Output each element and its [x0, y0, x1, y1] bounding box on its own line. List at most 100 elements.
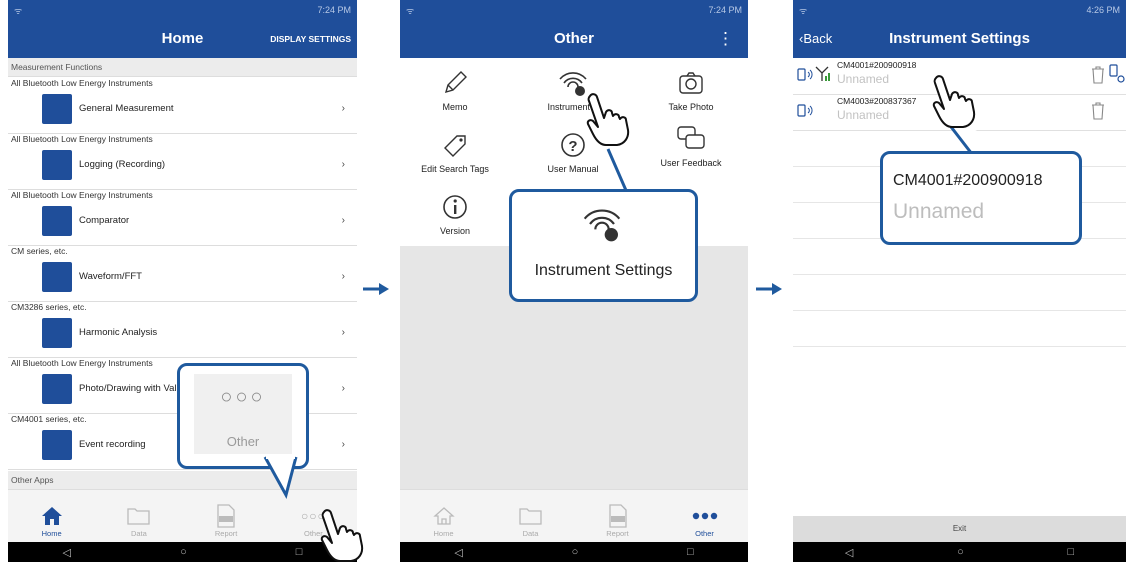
function-label: Waveform/FFT — [79, 271, 142, 282]
status-bar: ᯤ 7:24 PM — [400, 0, 748, 20]
callout-other-label: Other — [226, 434, 260, 449]
tab-other[interactable]: Other — [661, 490, 748, 542]
home-icon — [432, 507, 455, 525]
tab-home[interactable]: Home — [400, 490, 487, 542]
grid-item-take-photo[interactable]: Take Photo — [636, 68, 746, 112]
function-row[interactable]: General Measurement › — [8, 90, 357, 130]
chevron-right-icon: › — [341, 159, 345, 170]
tag-icon — [444, 135, 466, 157]
comparator-icon — [42, 206, 72, 236]
tab-data-label: Data — [130, 529, 147, 538]
function-group: All Bluetooth Low Energy Instruments Gene… — [8, 77, 357, 134]
nav-home-icon[interactable]: ○ — [957, 546, 964, 558]
grid-item-memo[interactable]: Memo — [400, 68, 510, 112]
tab-home[interactable]: Home — [8, 490, 95, 542]
status-bar: ᯤ 4:26 PM — [793, 0, 1126, 20]
pointing-hand-icon — [932, 75, 976, 128]
tab-report-label: Report — [606, 529, 629, 538]
page-title: Instrument Settings — [889, 30, 1030, 47]
function-row[interactable]: Logging (Recording) › — [8, 146, 357, 186]
bottom-tab-bar: Home Data Report ○○○ Other — [8, 489, 357, 542]
nav-back-icon[interactable]: ◁ — [454, 546, 462, 559]
function-row[interactable]: Waveform/FFT › — [8, 258, 357, 298]
function-category: CM series, etc. — [11, 246, 68, 256]
photo-drawing-icon — [42, 374, 72, 404]
grid-item-edit-search-tags[interactable]: Edit Search Tags — [400, 130, 510, 174]
callout-pointer — [263, 455, 298, 499]
section-header-other-apps: Other Apps — [8, 471, 357, 490]
device-settings-icon[interactable] — [1109, 64, 1125, 84]
chevron-right-icon: › — [341, 383, 345, 394]
function-label: Comparator — [79, 215, 130, 226]
function-label: Harmonic Analysis — [79, 327, 158, 338]
tab-data-label: Data — [522, 529, 539, 538]
nav-back-icon[interactable]: ◁ — [63, 546, 71, 559]
folder-icon — [127, 508, 150, 525]
function-row[interactable]: Harmonic Analysis › — [8, 314, 357, 354]
event-recording-icon — [42, 430, 72, 460]
home-screen: ᯤ 7:24 PM Home DISPLAY SETTINGS Measurem… — [8, 0, 357, 562]
empty-row — [793, 310, 1126, 347]
overflow-menu-icon[interactable]: ⋮ — [717, 26, 734, 52]
instrument-name: CM4001#200900918 — [837, 60, 917, 70]
signal-icon: ᯤ — [799, 5, 808, 16]
trash-icon[interactable] — [1091, 66, 1105, 84]
tab-home-label: Home — [41, 529, 62, 538]
exit-button[interactable]: Exit — [793, 516, 1126, 542]
status-time: 4:26 PM — [1086, 5, 1120, 15]
tab-home-label: Home — [433, 529, 454, 538]
flow-arrow-icon — [363, 283, 389, 295]
more-icon — [692, 512, 717, 520]
chevron-right-icon: › — [341, 215, 345, 226]
instrument-name: CM4003#200837367 — [837, 96, 917, 106]
info-icon — [443, 195, 467, 219]
function-label: Event recording — [79, 439, 146, 450]
nav-home-icon[interactable]: ○ — [180, 546, 187, 558]
tab-data[interactable]: Data — [487, 490, 574, 542]
callout-instrument-settings: Instrument Settings — [509, 189, 698, 302]
callout-instrument: CM4001#200900918 Unnamed — [880, 151, 1082, 245]
nav-home-icon[interactable]: ○ — [572, 546, 579, 558]
trash-icon[interactable] — [1091, 102, 1105, 120]
grid-item-user-manual-label: User Manual — [547, 164, 599, 174]
instrument-alias: Unnamed — [837, 108, 890, 122]
bottom-tab-bar: Home Data Report Other — [400, 489, 748, 542]
display-settings-button[interactable]: DISPLAY SETTINGS — [270, 20, 351, 58]
callout-other: ○○○ Other — [177, 363, 309, 469]
status-time: 7:24 PM — [708, 5, 742, 15]
grid-item-version[interactable]: Version — [400, 192, 510, 236]
function-row[interactable]: Comparator › — [8, 202, 357, 242]
chevron-right-icon: › — [341, 103, 345, 114]
status-bar: ᯤ 7:24 PM — [8, 0, 357, 20]
bluetooth-device-icon — [797, 104, 813, 117]
callout-instrument-alias: Unnamed — [893, 200, 985, 223]
signal-icon: ᯤ — [14, 5, 23, 16]
grid-item-memo-label: Memo — [442, 102, 468, 112]
tab-report[interactable]: Report — [183, 490, 270, 542]
function-group: CM series, etc. Waveform/FFT › — [8, 245, 357, 302]
flow-arrow-icon — [756, 283, 782, 295]
callout-instrument-settings-label: Instrument Settings — [534, 262, 673, 279]
chevron-right-icon: › — [341, 439, 345, 450]
grid-item-edit-search-tags-label: Edit Search Tags — [421, 164, 489, 174]
digital-display-icon — [42, 94, 72, 124]
chevron-right-icon: › — [341, 271, 345, 282]
app-bar: Other ⋮ — [400, 20, 748, 58]
grid-item-take-photo-label: Take Photo — [668, 102, 714, 112]
tab-other-label: Other — [695, 529, 714, 538]
grid-item-user-feedback-label: User Feedback — [660, 158, 722, 168]
nav-recent-icon[interactable]: □ — [296, 546, 303, 558]
function-group: All Bluetooth Low Energy Instruments Comp… — [8, 189, 357, 246]
clamp-wave-icon — [42, 262, 72, 292]
nav-recent-icon[interactable]: □ — [687, 546, 694, 558]
instrument-alias: Unnamed — [837, 72, 890, 86]
pointing-hand-icon — [586, 93, 630, 146]
bluetooth-device-icon — [797, 68, 813, 81]
chat-bubbles-icon — [677, 126, 705, 149]
tab-report[interactable]: Report — [574, 490, 661, 542]
nav-back-icon[interactable]: ◁ — [845, 546, 853, 559]
page-title: Other — [553, 30, 594, 47]
function-label: General Measurement — [79, 103, 174, 114]
nav-recent-icon[interactable]: □ — [1067, 546, 1074, 558]
tab-data[interactable]: Data — [95, 490, 182, 542]
